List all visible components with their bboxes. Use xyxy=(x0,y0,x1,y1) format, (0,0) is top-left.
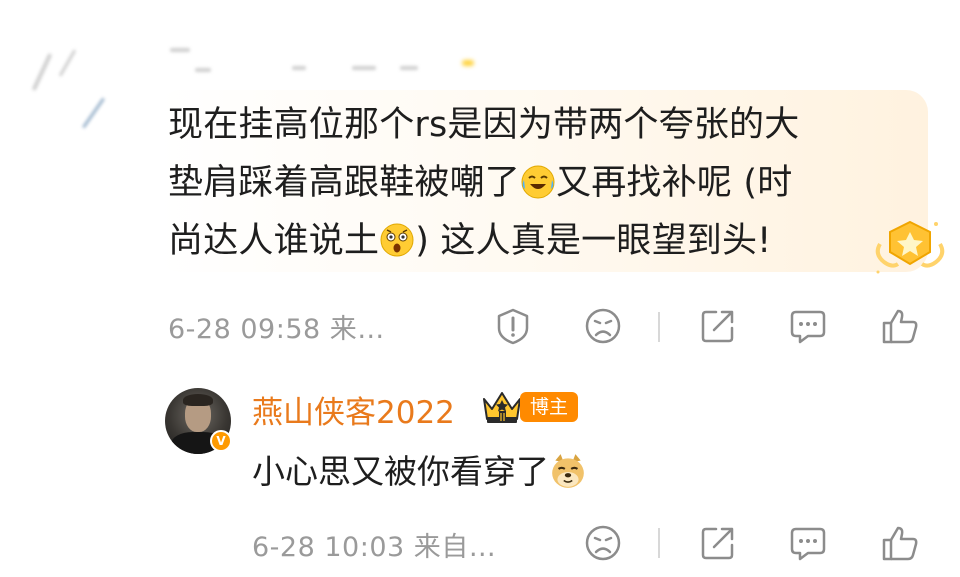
blur-mark xyxy=(81,97,106,129)
blurred-header xyxy=(0,0,960,129)
comment-line-2-b: 又再找补呢 (时 xyxy=(556,163,793,203)
report-icon[interactable] xyxy=(493,306,533,346)
avatar-hair xyxy=(183,394,213,406)
dislike-icon[interactable] xyxy=(583,523,623,563)
reply-timestamp[interactable]: 6-28 10:03 来自… xyxy=(252,525,496,564)
share-icon[interactable] xyxy=(698,523,738,563)
comment-text: 现在挂高位那个rs是因为带两个夸张的大 垫肩踩着高跟鞋被嘲了 又再找补呢 (时 尚… xyxy=(168,96,888,270)
like-icon[interactable] xyxy=(880,523,920,563)
blur-mark xyxy=(462,60,474,66)
blur-mark xyxy=(31,53,53,91)
action-divider xyxy=(658,528,660,558)
comment-line-3-b: ) 这人真是一眼望到头! xyxy=(415,221,772,261)
verified-badge-icon: V xyxy=(210,430,232,452)
crown-level-icon xyxy=(483,392,521,423)
doge-emoji xyxy=(552,454,584,488)
blur-mark xyxy=(195,68,211,72)
laughing-crying-emoji xyxy=(521,165,555,199)
share-icon[interactable] xyxy=(698,306,738,346)
blogger-tag: 博主 xyxy=(520,392,579,422)
action-divider xyxy=(658,312,660,342)
comment-line-1: 现在挂高位那个rs是因为带两个夸张的大 xyxy=(168,105,800,145)
comment-meta-row: 6-28 09:58 来… xyxy=(168,306,385,346)
blur-mark xyxy=(292,66,306,70)
star-badge-icon xyxy=(875,220,945,274)
comment-line-3-a: 尚达人谁说土 xyxy=(168,221,380,261)
comment-line-2: 垫肩踩着高跟鞋被嘲了 又再找补呢 (时 xyxy=(168,154,888,212)
blur-mark xyxy=(352,66,376,70)
comment-line-2-a: 垫肩踩着高跟鞋被嘲了 xyxy=(168,163,521,203)
shocked-face-emoji xyxy=(380,223,414,257)
reply-text: 小心思又被你看穿了 xyxy=(252,445,587,493)
reply-meta-row: 6-28 10:03 来自… xyxy=(252,524,496,564)
reply-author-name[interactable]: 燕山侠客2022 xyxy=(252,387,455,432)
blur-mark xyxy=(58,49,77,77)
reply-text-content: 小心思又被你看穿了 xyxy=(252,452,549,491)
comment-timestamp[interactable]: 6-28 09:58 来… xyxy=(168,307,385,346)
like-icon[interactable] xyxy=(880,306,920,346)
reply-icon[interactable] xyxy=(788,523,828,563)
reply-icon[interactable] xyxy=(788,306,828,346)
dislike-icon[interactable] xyxy=(583,306,623,346)
blur-mark xyxy=(170,48,190,52)
comment-line-3: 尚达人谁说土 ) 这人真是一眼望到头! xyxy=(168,212,888,270)
blur-mark xyxy=(400,66,418,70)
